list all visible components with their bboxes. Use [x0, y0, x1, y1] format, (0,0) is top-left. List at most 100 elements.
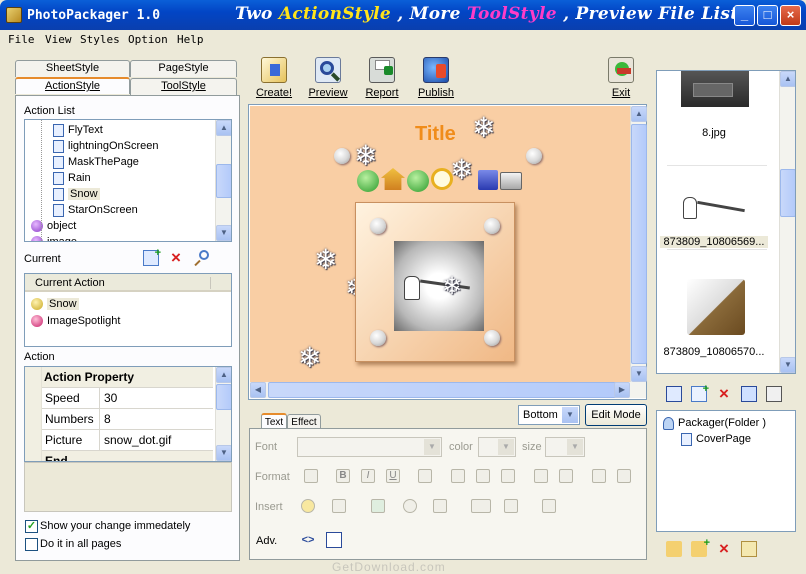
horizontal-rule-icon[interactable] — [471, 499, 491, 513]
exit-button[interactable]: Exit — [598, 57, 644, 101]
ordered-list-icon[interactable] — [592, 469, 606, 483]
size-select[interactable]: ▼ — [545, 437, 585, 457]
list-item[interactable]: Rain — [53, 170, 91, 186]
list-item[interactable]: StarOnScreen — [53, 202, 138, 218]
tab-actionstyle[interactable]: ActionStyle — [15, 77, 130, 94]
link-icon[interactable] — [542, 499, 556, 513]
menu-view[interactable]: View — [45, 33, 72, 46]
menu-styles[interactable]: Styles — [80, 33, 120, 46]
file-thumbnail[interactable] — [681, 71, 749, 107]
preview-vscroll[interactable]: ▲ ▼ — [630, 106, 647, 382]
indent-icon[interactable] — [559, 469, 573, 483]
open-folder-icon[interactable] — [666, 541, 682, 557]
tab-toolstyle[interactable]: ToolStyle — [130, 78, 237, 95]
tree-item-packager[interactable]: Packager(Folder ) — [663, 415, 766, 431]
scroll-down-icon[interactable]: ▼ — [631, 366, 647, 382]
list-item[interactable]: image — [31, 234, 77, 241]
edit-mode-button[interactable]: Edit Mode — [585, 404, 647, 426]
publish-button[interactable]: Publish — [413, 57, 459, 101]
maximize-button[interactable]: □ — [757, 5, 778, 26]
delete-page-icon[interactable]: × — [716, 385, 732, 402]
property-scrollbar[interactable]: ▲ ▼ — [215, 367, 231, 461]
scroll-right-icon[interactable]: ▶ — [614, 382, 630, 398]
eraser-icon[interactable] — [304, 469, 318, 483]
color-select[interactable]: ▼ — [478, 437, 516, 457]
file-list-scrollbar[interactable]: ▲ ▼ — [779, 71, 795, 373]
tree-item-coverpage[interactable]: CoverPage — [681, 431, 751, 447]
menu-file[interactable]: File — [8, 33, 35, 46]
action-list[interactable]: FlyText lightningOnScreen MaskThePage Ra… — [24, 119, 232, 242]
property-row-end[interactable]: End — [25, 451, 213, 461]
scroll-down-icon[interactable]: ▼ — [216, 445, 231, 461]
bullet-list-icon[interactable] — [617, 469, 631, 483]
search-action-icon[interactable] — [193, 250, 209, 267]
delete-folder-icon[interactable]: × — [716, 540, 732, 557]
field-icon[interactable] — [504, 499, 518, 513]
add-action-icon[interactable]: + — [143, 248, 161, 266]
menu-option[interactable]: Option — [128, 33, 168, 46]
packager-tree[interactable]: Packager(Folder ) CoverPage — [656, 410, 796, 532]
current-item-imagespotlight[interactable]: ImageSpotlight — [31, 313, 120, 329]
list-item-selected[interactable]: Snow — [53, 186, 100, 202]
scroll-thumb[interactable] — [631, 124, 647, 364]
source-icon[interactable] — [326, 532, 342, 548]
list-item[interactable]: MaskThePage — [53, 154, 139, 170]
font-select[interactable]: ▼ — [297, 437, 442, 457]
file-thumbnail[interactable] — [679, 187, 751, 227]
scroll-down-icon[interactable]: ▼ — [780, 357, 795, 373]
outdent-icon[interactable] — [534, 469, 548, 483]
list-item[interactable]: lightningOnScreen — [53, 138, 159, 154]
file-thumbnail[interactable] — [687, 279, 745, 335]
property-row-speed[interactable]: Speed 30 — [25, 388, 213, 409]
tab-sheetstyle[interactable]: SheetStyle — [15, 60, 130, 77]
action-list-scrollbar[interactable]: ▲ ▼ — [215, 120, 231, 241]
current-action-list[interactable]: Current Action Snow ImageSpotlight — [24, 273, 232, 347]
report-button[interactable]: Report — [359, 57, 405, 101]
delete-action-icon[interactable]: × — [168, 249, 184, 266]
scroll-thumb[interactable] — [216, 164, 231, 198]
property-row-numbers[interactable]: Numbers 8 — [25, 409, 213, 430]
minimize-button[interactable]: _ — [734, 5, 755, 26]
list-item[interactable]: FlyText — [53, 122, 103, 138]
show-change-checkbox[interactable]: ✓ — [25, 520, 38, 533]
scroll-thumb[interactable] — [216, 384, 231, 410]
all-pages-checkbox[interactable] — [25, 538, 38, 551]
gear-icon[interactable] — [403, 499, 417, 513]
rename-folder-icon[interactable] — [741, 541, 757, 557]
comment-icon[interactable] — [332, 499, 346, 513]
tab-pagestyle[interactable]: PageStyle — [130, 60, 237, 77]
scroll-left-icon[interactable]: ◀ — [250, 382, 266, 398]
image-icon[interactable] — [371, 499, 385, 513]
italic-icon[interactable]: I — [361, 469, 375, 483]
scroll-thumb[interactable] — [268, 382, 624, 398]
property-row-picture[interactable]: Picture snow_dot.gif — [25, 430, 213, 451]
scroll-up-icon[interactable]: ▲ — [631, 106, 647, 122]
close-button[interactable]: × — [780, 5, 801, 26]
menu-help[interactable]: Help — [177, 33, 204, 46]
bold-icon[interactable]: B — [336, 469, 350, 483]
code-icon[interactable]: <> — [300, 532, 316, 548]
preview-page-icon[interactable] — [766, 386, 782, 402]
scroll-up-icon[interactable]: ▲ — [216, 120, 231, 136]
align-left-icon[interactable] — [451, 469, 465, 483]
list-item[interactable]: object — [31, 218, 76, 234]
new-folder-icon[interactable]: + — [691, 537, 710, 557]
add-page-icon[interactable]: + — [691, 383, 709, 402]
scroll-up-icon[interactable]: ▲ — [216, 367, 231, 383]
move-page-icon[interactable] — [741, 386, 757, 402]
create-button[interactable]: Create! — [251, 57, 297, 101]
align-center-icon[interactable] — [476, 469, 490, 483]
align-right-icon[interactable] — [501, 469, 515, 483]
scroll-thumb[interactable] — [780, 169, 795, 217]
preview-hscroll[interactable]: ◀ ▶ — [250, 382, 646, 398]
position-select[interactable]: Bottom ▼ — [518, 405, 580, 425]
emoticon-icon[interactable] — [301, 499, 315, 513]
file-list[interactable]: ▲ ▼ — [656, 70, 796, 374]
new-page-icon[interactable] — [666, 386, 682, 402]
current-item-snow[interactable]: Snow — [31, 296, 79, 312]
highlight-icon[interactable] — [418, 469, 432, 483]
scroll-down-icon[interactable]: ▼ — [216, 225, 231, 241]
scroll-up-icon[interactable]: ▲ — [780, 71, 795, 87]
underline-icon[interactable]: U — [386, 469, 400, 483]
preview-button[interactable]: Preview — [305, 57, 351, 101]
